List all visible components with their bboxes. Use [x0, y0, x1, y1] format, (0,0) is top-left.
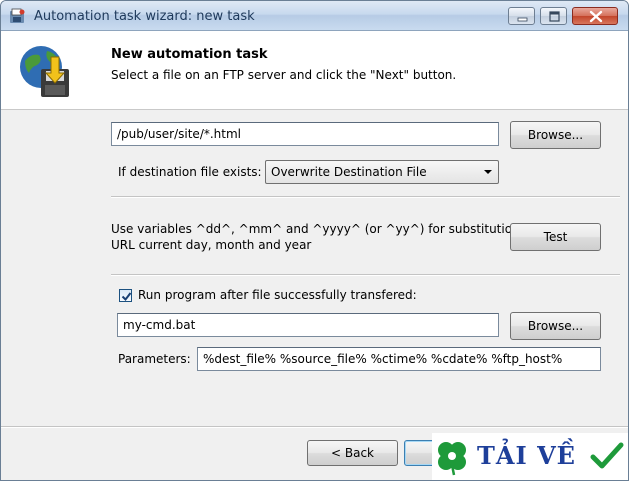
destination-exists-value: Overwrite Destination File	[271, 165, 427, 179]
test-button[interactable]: Test	[510, 223, 601, 251]
variables-description-line2: URL current day, month and year	[111, 238, 312, 252]
chevron-down-icon	[484, 170, 492, 174]
back-button[interactable]: < Back	[307, 440, 398, 466]
ftp-path-input[interactable]: /pub/user/site/*.html	[111, 122, 499, 146]
close-button[interactable]	[572, 7, 618, 25]
parameters-label: Parameters:	[118, 352, 191, 366]
minimize-button[interactable]	[508, 7, 535, 25]
title-bar[interactable]: Automation task wizard: new task	[1, 1, 628, 31]
run-program-checkbox[interactable]	[119, 289, 132, 302]
destination-exists-select[interactable]: Overwrite Destination File	[265, 160, 499, 184]
footer-divider	[1, 426, 628, 428]
parameters-input[interactable]: %dest_file% %source_file% %ctime% %cdate…	[197, 347, 601, 371]
clover-icon	[438, 442, 466, 476]
wizard-header: New automation task Select a file on an …	[1, 31, 628, 110]
maximize-button[interactable]	[540, 7, 567, 25]
program-path-input[interactable]: my-cmd.bat	[117, 313, 499, 337]
watermark: TẢI VỀ	[432, 433, 628, 480]
watermark-text: TẢI VỀ	[477, 441, 576, 470]
wizard-window: Automation task wizard: new task New aut…	[0, 0, 629, 481]
minimize-icon	[517, 17, 528, 22]
close-icon	[589, 10, 603, 23]
checkmark-icon	[590, 442, 624, 469]
maximize-icon	[549, 11, 560, 22]
browse-program-button[interactable]: Browse...	[510, 312, 601, 340]
divider	[111, 196, 620, 198]
destination-exists-label: If destination file exists:	[118, 165, 262, 179]
run-program-label[interactable]: Run program after file successfully tran…	[138, 288, 417, 302]
header-subtitle: Select a file on an FTP server and click…	[111, 68, 457, 82]
browse-ftp-button[interactable]: Browse...	[510, 121, 601, 149]
ftp-download-globe-icon	[20, 46, 69, 97]
header-title: New automation task	[111, 47, 268, 62]
app-icon	[10, 8, 25, 23]
divider	[111, 274, 620, 276]
variables-description-line1: Use variables ^dd^, ^mm^ and ^yyyy^ (or …	[111, 222, 535, 236]
checkmark-icon	[121, 292, 132, 302]
window-title: Automation task wizard: new task	[34, 9, 255, 24]
